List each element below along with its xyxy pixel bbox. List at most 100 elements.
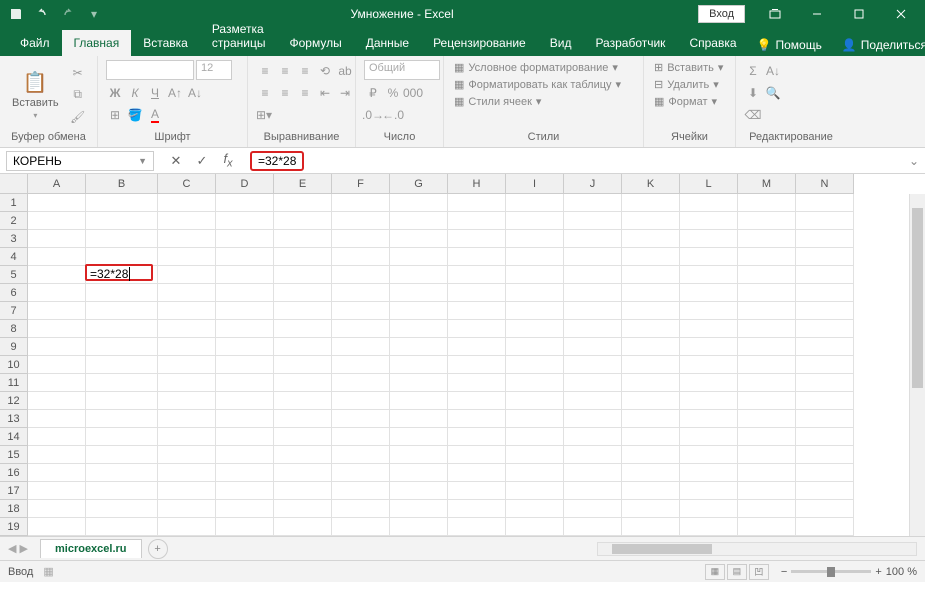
- cell[interactable]: [216, 356, 274, 374]
- cell[interactable]: [738, 284, 796, 302]
- cell[interactable]: [796, 248, 854, 266]
- cell[interactable]: [564, 410, 622, 428]
- tab-review[interactable]: Рецензирование: [421, 30, 538, 56]
- cell[interactable]: [796, 194, 854, 212]
- cell[interactable]: [738, 338, 796, 356]
- increase-font-icon[interactable]: A↑: [166, 84, 184, 102]
- cell[interactable]: [448, 302, 506, 320]
- cell[interactable]: [680, 464, 738, 482]
- cell[interactable]: [390, 302, 448, 320]
- row-header[interactable]: 3: [0, 230, 28, 248]
- cell[interactable]: [216, 230, 274, 248]
- cell[interactable]: [448, 482, 506, 500]
- cell[interactable]: [158, 410, 216, 428]
- row-header[interactable]: 9: [0, 338, 28, 356]
- cell[interactable]: [680, 320, 738, 338]
- cell[interactable]: [158, 464, 216, 482]
- cell[interactable]: [622, 428, 680, 446]
- cell[interactable]: [506, 446, 564, 464]
- cell[interactable]: [274, 230, 332, 248]
- cell[interactable]: [738, 374, 796, 392]
- cell[interactable]: [506, 374, 564, 392]
- cell[interactable]: [506, 500, 564, 518]
- zoom-in-icon[interactable]: +: [875, 566, 881, 578]
- cell[interactable]: [564, 266, 622, 284]
- share-button[interactable]: 👤Поделиться: [834, 34, 925, 56]
- cell[interactable]: [680, 356, 738, 374]
- cell[interactable]: [332, 320, 390, 338]
- cell[interactable]: [622, 464, 680, 482]
- cell[interactable]: [86, 320, 158, 338]
- cell[interactable]: [86, 302, 158, 320]
- cell[interactable]: [390, 194, 448, 212]
- font-color-icon[interactable]: A: [146, 106, 164, 124]
- horizontal-scrollbar[interactable]: [597, 542, 917, 556]
- cell[interactable]: [216, 518, 274, 536]
- cell[interactable]: [448, 518, 506, 536]
- decrease-decimal-icon[interactable]: ←.0: [384, 106, 402, 124]
- enter-formula-icon[interactable]: ✓: [190, 151, 214, 171]
- align-right-icon[interactable]: ≡: [296, 84, 314, 102]
- cell[interactable]: [680, 428, 738, 446]
- cell[interactable]: [332, 518, 390, 536]
- cell[interactable]: [86, 464, 158, 482]
- new-sheet-button[interactable]: +: [148, 539, 168, 559]
- save-icon[interactable]: [4, 3, 28, 25]
- cell[interactable]: [622, 500, 680, 518]
- row-header[interactable]: 17: [0, 482, 28, 500]
- qat-dropdown-icon[interactable]: ▾: [82, 3, 106, 25]
- cell[interactable]: [506, 320, 564, 338]
- cell[interactable]: [738, 230, 796, 248]
- delete-cells-button[interactable]: ⊟Удалить ▾: [652, 77, 721, 92]
- comma-icon[interactable]: 000: [404, 84, 422, 102]
- cell[interactable]: [28, 248, 86, 266]
- name-box[interactable]: КОРЕНЬ ▼: [6, 151, 154, 171]
- cell[interactable]: [506, 212, 564, 230]
- cell[interactable]: [506, 482, 564, 500]
- cell[interactable]: [564, 320, 622, 338]
- cell[interactable]: [28, 374, 86, 392]
- cell[interactable]: [506, 356, 564, 374]
- cell[interactable]: [274, 392, 332, 410]
- cell[interactable]: [506, 410, 564, 428]
- login-button[interactable]: Вход: [698, 5, 745, 23]
- cell[interactable]: [216, 428, 274, 446]
- cell[interactable]: [86, 446, 158, 464]
- sort-filter-icon[interactable]: A↓: [764, 62, 782, 80]
- cell[interactable]: [564, 338, 622, 356]
- cell[interactable]: [564, 428, 622, 446]
- cell[interactable]: [564, 482, 622, 500]
- cell[interactable]: [738, 266, 796, 284]
- cell[interactable]: [216, 410, 274, 428]
- cell[interactable]: [332, 356, 390, 374]
- cell[interactable]: [506, 302, 564, 320]
- align-center-icon[interactable]: ≡: [276, 84, 294, 102]
- cell[interactable]: [216, 320, 274, 338]
- cell[interactable]: [622, 518, 680, 536]
- tab-file[interactable]: Файл: [8, 30, 62, 56]
- cell[interactable]: [796, 212, 854, 230]
- increase-decimal-icon[interactable]: .0→: [364, 106, 382, 124]
- cell[interactable]: [680, 392, 738, 410]
- cell[interactable]: [332, 392, 390, 410]
- cell[interactable]: [564, 248, 622, 266]
- cell[interactable]: [796, 392, 854, 410]
- align-bottom-icon[interactable]: ≡: [296, 62, 314, 80]
- row-header[interactable]: 19: [0, 518, 28, 536]
- cell[interactable]: [796, 266, 854, 284]
- cells-area[interactable]: [28, 194, 854, 536]
- cell[interactable]: [86, 374, 158, 392]
- cell[interactable]: [158, 374, 216, 392]
- cell[interactable]: [390, 410, 448, 428]
- borders-icon[interactable]: ⊞: [106, 106, 124, 124]
- clear-icon[interactable]: ⌫: [744, 106, 762, 124]
- cell[interactable]: [332, 338, 390, 356]
- cell[interactable]: [564, 356, 622, 374]
- format-as-table-button[interactable]: ▦Форматировать как таблицу ▾: [452, 77, 623, 92]
- cell[interactable]: [332, 194, 390, 212]
- row-header[interactable]: 15: [0, 446, 28, 464]
- row-header[interactable]: 4: [0, 248, 28, 266]
- align-middle-icon[interactable]: ≡: [276, 62, 294, 80]
- row-header[interactable]: 11: [0, 374, 28, 392]
- cell[interactable]: [622, 410, 680, 428]
